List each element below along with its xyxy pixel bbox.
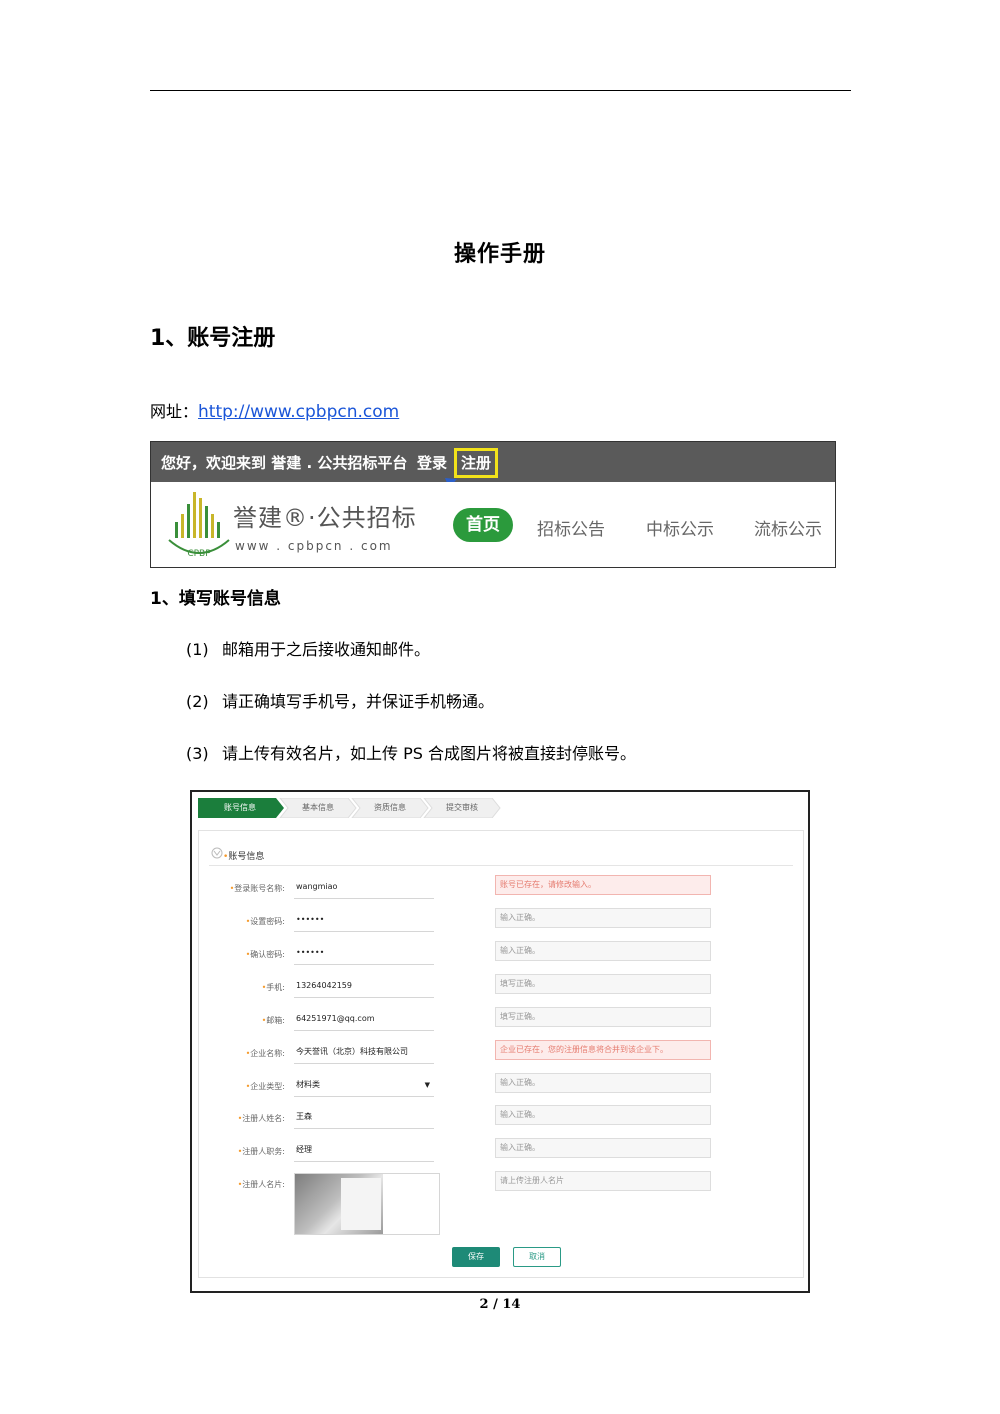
logo-icon: CPBP xyxy=(168,492,230,559)
step-number: (1) xyxy=(186,640,209,659)
row-label: •注册人姓名: xyxy=(237,1114,285,1123)
email-input[interactable]: 64251971@qq.com xyxy=(294,1009,434,1031)
site-banner-screenshot: 您好，欢迎来到 誉建 . 公共招标平台 登录 注册 CPBP 誉建®·公共招标 … xyxy=(150,441,836,568)
row-label: •设置密码: xyxy=(245,917,285,926)
validation-message: 输入正确。 xyxy=(495,1105,711,1125)
logo-name: 誉建®·公共招标 xyxy=(233,504,417,532)
sub-heading: 1、填写账号信息 xyxy=(150,589,281,609)
step-1: (1) 邮箱用于之后接收通知邮件。 xyxy=(186,636,430,660)
url-line: 网址：http://www.cpbpcn.com xyxy=(150,398,399,422)
register-link[interactable]: 注册 xyxy=(454,448,499,478)
business-card-image xyxy=(295,1174,383,1234)
registration-form-screenshot: 账号信息 基本信息 资质信息 提交审核 •账号信息 •登录账号名称: wangm… xyxy=(190,790,810,1293)
confirm-password-input[interactable]: •••••• xyxy=(294,943,434,965)
panel-divider xyxy=(209,865,793,866)
wizard-step-qualification[interactable]: 资质信息 xyxy=(356,798,424,818)
step-2: (2) 请正确填写手机号，并保证手机畅通。 xyxy=(186,688,494,712)
validation-message: 请上传注册人名片 xyxy=(495,1171,711,1191)
row-label: •登录账号名称: xyxy=(229,884,285,893)
validation-message: 填写正确。 xyxy=(495,1007,711,1027)
url-link[interactable]: http://www.cpbpcn.com xyxy=(198,402,399,422)
password-input[interactable]: •••••• xyxy=(294,910,434,932)
validation-message: 输入正确。 xyxy=(495,1138,711,1158)
row-label: •注册人职务: xyxy=(237,1147,285,1156)
nav-home[interactable]: 首页 xyxy=(453,508,513,542)
account-name-input[interactable]: wangmiao xyxy=(294,877,434,899)
registrant-name-input[interactable]: 王森 xyxy=(294,1107,434,1129)
url-label: 网址： xyxy=(150,402,199,421)
welcome-text: 您好，欢迎来到 誉建 . 公共招标平台 xyxy=(161,454,408,472)
banner-main: CPBP 誉建®·公共招标 www . cpbpcn . com 首页 招标公告… xyxy=(151,482,835,567)
banner-top-bar: 您好，欢迎来到 誉建 . 公共招标平台 登录 注册 xyxy=(151,442,835,482)
row-label: •企业类型: xyxy=(245,1082,285,1091)
row-label: •确认密码: xyxy=(245,950,285,959)
panel-title: •账号信息 xyxy=(223,852,265,862)
row-label: •手机: xyxy=(261,983,285,992)
validation-message: 填写正确。 xyxy=(495,974,711,994)
company-name-input[interactable]: 今天誉讯（北京）科技有限公司 xyxy=(294,1042,434,1064)
shield-icon xyxy=(211,847,223,859)
wizard-step-account[interactable]: 账号信息 xyxy=(198,798,282,818)
step-text: 请上传有效名片，如上传 PS 合成图片将被直接封停账号。 xyxy=(222,744,636,763)
step-text: 邮箱用于之后接收通知邮件。 xyxy=(222,640,431,659)
row-label: •企业名称: xyxy=(245,1049,285,1058)
chevron-down-icon: ▼ xyxy=(424,1081,430,1089)
nav-award-notice[interactable]: 中标公示 xyxy=(646,515,714,540)
save-button[interactable]: 保存 xyxy=(452,1247,500,1267)
company-type-select[interactable]: 材料类 ▼ xyxy=(294,1075,434,1097)
registrant-title-input[interactable]: 经理 xyxy=(294,1140,434,1162)
validation-message: 输入正确。 xyxy=(495,908,711,928)
logo-url: www . cpbpcn . com xyxy=(235,539,393,553)
step-text: 请正确填写手机号，并保证手机畅通。 xyxy=(222,692,495,711)
cancel-button[interactable]: 取消 xyxy=(513,1247,561,1267)
phone-input[interactable]: 13264042159 xyxy=(294,976,434,998)
validation-message: 账号已存在，请修改输入。 xyxy=(495,875,711,895)
document-title: 操作手册 xyxy=(453,242,546,267)
validation-message: 企业已存在，您的注册信息将合并到该企业下。 xyxy=(495,1040,711,1060)
nav-tender-notice[interactable]: 招标公告 xyxy=(537,515,605,540)
row-label: •注册人名片: xyxy=(237,1180,285,1189)
step-number: (2) xyxy=(186,692,209,711)
validation-message: 输入正确。 xyxy=(495,1073,711,1093)
login-link[interactable]: 登录 xyxy=(417,452,447,473)
step-3: (3) 请上传有效名片，如上传 PS 合成图片将被直接封停账号。 xyxy=(186,740,636,764)
business-card-upload[interactable] xyxy=(294,1173,440,1235)
wizard-step-basic[interactable]: 基本信息 xyxy=(284,798,352,818)
section-heading: 1、账号注册 xyxy=(150,326,276,351)
wizard-step-submit[interactable]: 提交审核 xyxy=(428,798,496,818)
page-number: 2 / 14 xyxy=(479,1297,521,1312)
validation-message: 输入正确。 xyxy=(495,941,711,961)
header-rule xyxy=(150,90,851,91)
account-info-panel: •账号信息 •登录账号名称: wangmiao 账号已存在，请修改输入。 •设置… xyxy=(198,830,804,1278)
step-number: (3) xyxy=(186,744,209,763)
nav-failed-notice[interactable]: 流标公示 xyxy=(754,515,822,540)
logo-letters: CPBP xyxy=(187,549,211,559)
row-label: •邮箱: xyxy=(261,1016,285,1025)
